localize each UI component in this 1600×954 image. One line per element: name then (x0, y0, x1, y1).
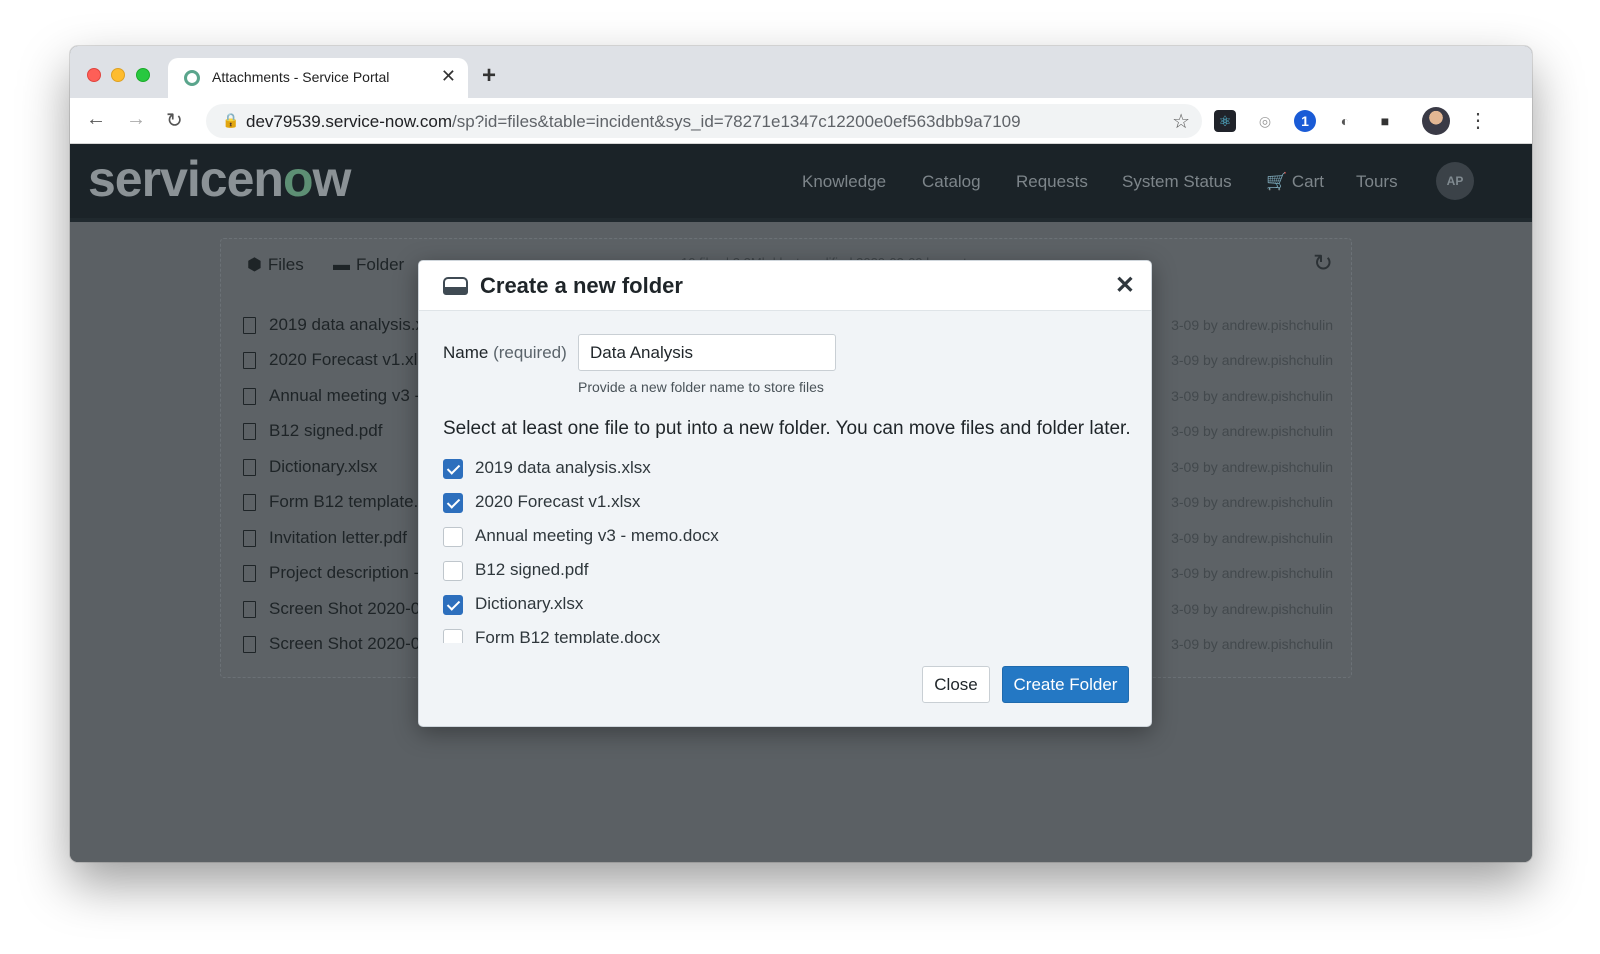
user-avatar[interactable]: AP (1436, 162, 1474, 200)
file-checkbox-row[interactable]: Annual meeting v3 - memo.docx (443, 525, 1133, 559)
file-icon (243, 636, 256, 653)
folder-name-help: Provide a new folder name to store files (578, 379, 824, 395)
bookmark-star-icon[interactable]: ☆ (1172, 109, 1190, 134)
nav-knowledge[interactable]: Knowledge (802, 172, 886, 192)
file-checkbox-label[interactable]: 2020 Forecast v1.xlsx (475, 492, 640, 512)
password-manager-icon[interactable]: 1 (1294, 110, 1316, 132)
create-folder-modal: Create a new folder ✕ Name (required) Pr… (418, 260, 1152, 727)
nav-tours[interactable]: Tours (1356, 172, 1398, 192)
file-icon (243, 459, 256, 476)
file-checkbox-label[interactable]: Annual meeting v3 - memo.docx (475, 526, 719, 546)
nav-cart[interactable]: 🛒 Cart (1266, 172, 1324, 192)
file-checkbox[interactable] (443, 527, 463, 547)
file-checkbox-label[interactable]: Dictionary.xlsx (475, 594, 583, 614)
folder-name-label: Name (required) (443, 343, 567, 362)
servicenow-favicon-icon (184, 70, 200, 86)
url-text[interactable]: dev79539.service-now.com/sp?id=files&tab… (246, 112, 1021, 132)
file-checkbox-row[interactable]: B12 signed.pdf (443, 559, 1133, 593)
file-icon (243, 530, 256, 547)
browser-window: Attachments - Service Portal ✕ + ← → ↻ 🔒… (70, 46, 1532, 862)
modal-close-icon[interactable]: ✕ (1115, 271, 1135, 300)
new-tab-button[interactable]: + (482, 62, 496, 90)
forward-arrow-icon[interactable]: → (126, 108, 146, 131)
file-icon (243, 352, 256, 369)
modal-header: Create a new folder ✕ (419, 261, 1151, 311)
file-checkbox[interactable] (443, 595, 463, 615)
file-checkbox[interactable] (443, 493, 463, 513)
folder-plus-icon: ▬ (333, 255, 350, 274)
video-camera-icon[interactable]: ■ (1374, 110, 1396, 132)
folder-name-input[interactable] (578, 334, 836, 371)
select-files-message: Select at least one file to put into a n… (443, 418, 1131, 439)
nav-catalog[interactable]: Catalog (922, 172, 981, 192)
maximize-window-button[interactable] (136, 68, 150, 82)
dark-reader-icon[interactable]: ◐ (1334, 110, 1356, 132)
extension-icon[interactable]: ◎ (1254, 110, 1276, 132)
files-icon: ⬢ (247, 255, 262, 274)
modal-title: Create a new folder (480, 273, 683, 298)
close-window-button[interactable] (87, 68, 101, 82)
file-icon (243, 601, 256, 618)
browser-menu-icon[interactable]: ⋮ (1468, 108, 1488, 133)
browser-toolbar: ← → ↻ 🔒 dev79539.service-now.com/sp?id=f… (70, 98, 1532, 144)
file-checkbox[interactable] (443, 459, 463, 479)
file-checkbox-row[interactable]: Form B12 template.docx (443, 627, 1133, 643)
cart-icon: 🛒 (1266, 172, 1288, 191)
files-button[interactable]: ⬢ Files (247, 255, 304, 275)
tab-close-icon[interactable]: ✕ (441, 66, 456, 87)
file-icon (243, 494, 256, 511)
nav-system-status[interactable]: System Status (1122, 172, 1232, 192)
file-icon (243, 388, 256, 405)
url-host: dev79539.service-now.com (246, 112, 453, 131)
browser-tab[interactable]: Attachments - Service Portal ✕ (168, 58, 468, 98)
file-checkbox-row[interactable]: Dictionary.xlsx (443, 593, 1133, 627)
address-bar[interactable]: 🔒 dev79539.service-now.com/sp?id=files&t… (206, 104, 1202, 138)
tab-title: Attachments - Service Portal (212, 69, 390, 85)
file-checkbox[interactable] (443, 561, 463, 581)
lock-icon: 🔒 (222, 112, 240, 128)
file-checkbox-label[interactable]: 2019 data analysis.xlsx (475, 458, 651, 478)
servicenow-logo[interactable]: servicenow (88, 150, 351, 208)
reload-icon[interactable]: ↻ (166, 108, 183, 133)
file-checkbox[interactable] (443, 629, 463, 643)
file-icon (243, 565, 256, 582)
url-path: /sp?id=files&table=incident&sys_id=78271… (452, 112, 1021, 131)
profile-avatar[interactable] (1422, 107, 1450, 135)
file-checkbox-label[interactable]: Form B12 template.docx (475, 628, 660, 643)
minimize-window-button[interactable] (111, 68, 125, 82)
nav-requests[interactable]: Requests (1016, 172, 1088, 192)
file-checkbox-label[interactable]: B12 signed.pdf (475, 560, 588, 580)
servicenow-header: servicenow Knowledge Catalog Requests Sy… (70, 144, 1532, 222)
refresh-icon[interactable]: ↻ (1313, 249, 1333, 278)
file-checkbox-row[interactable]: 2019 data analysis.xlsx (443, 457, 1133, 491)
create-folder-button[interactable]: Create Folder (1002, 666, 1129, 703)
close-button[interactable]: Close (922, 666, 990, 703)
folder-button[interactable]: ▬ Folder (333, 255, 404, 275)
inbox-tray-icon (443, 277, 468, 295)
react-devtools-icon[interactable]: ⚛ (1214, 110, 1236, 132)
required-hint: (required) (493, 343, 567, 362)
tab-strip: Attachments - Service Portal ✕ + (70, 46, 1532, 98)
file-icon (243, 317, 256, 334)
file-checkbox-list[interactable]: 2019 data analysis.xlsx 2020 Forecast v1… (443, 457, 1133, 643)
file-checkbox-row[interactable]: 2020 Forecast v1.xlsx (443, 491, 1133, 525)
file-icon (243, 423, 256, 440)
back-arrow-icon[interactable]: ← (86, 108, 106, 131)
